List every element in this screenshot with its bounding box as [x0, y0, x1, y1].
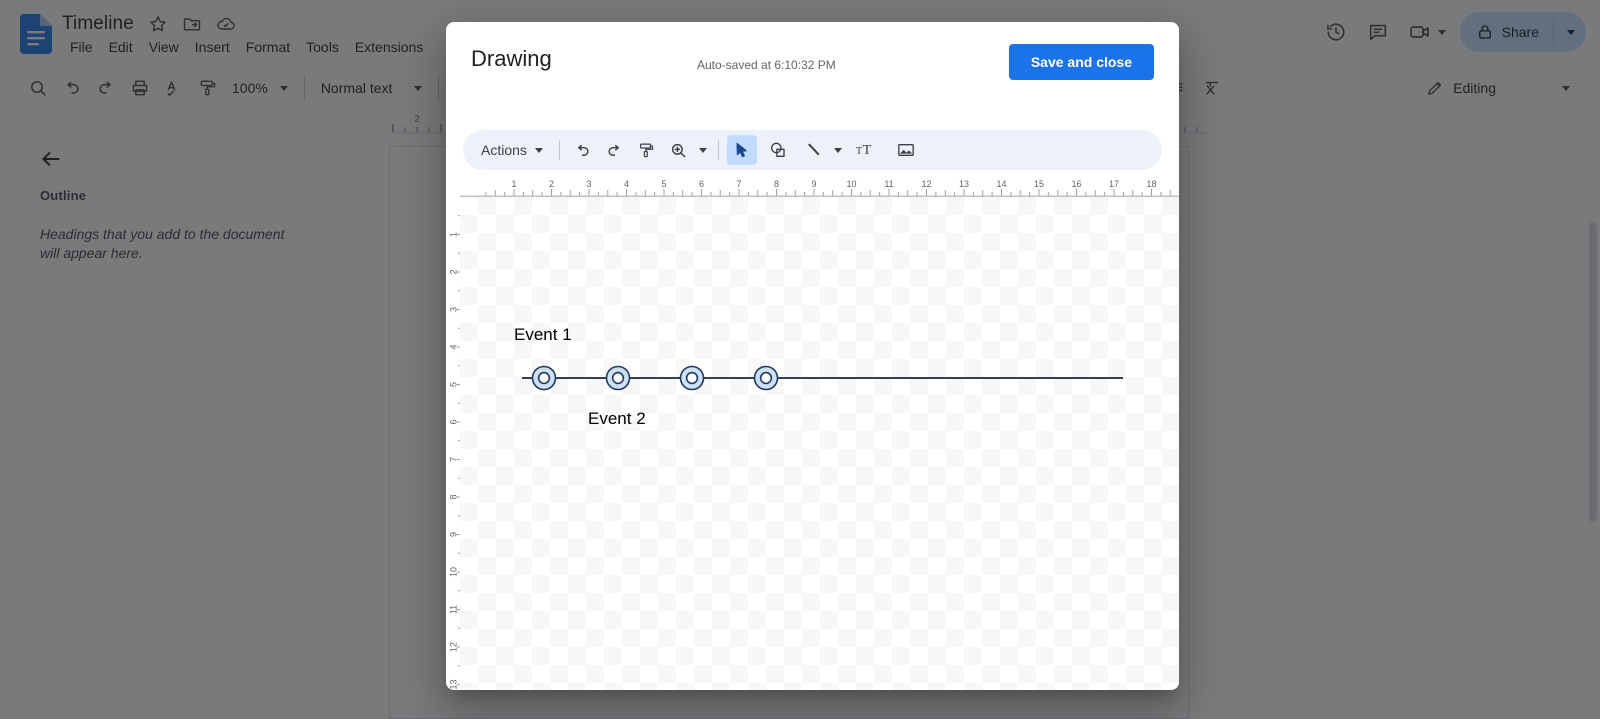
svg-text:8: 8	[448, 494, 458, 499]
svg-text:10: 10	[448, 567, 458, 577]
dialog-header: Drawing Auto-saved at 6:10:32 PM Save an…	[446, 22, 1179, 98]
svg-text:3: 3	[586, 179, 591, 189]
canvas-horizontal-ruler[interactable]: 1 2 3 4 5 6 7 8 9 10 11 12 13 14 15 16 17 18	[460, 178, 1179, 197]
paint-format-icon[interactable]	[632, 135, 662, 165]
svg-text:T: T	[856, 146, 862, 157]
svg-text:12: 12	[921, 179, 931, 189]
zoom-dropdown-caret[interactable]	[696, 135, 710, 165]
save-and-close-button[interactable]: Save and close	[1008, 44, 1154, 80]
svg-text:2: 2	[549, 179, 554, 189]
svg-text:15: 15	[1034, 179, 1044, 189]
svg-text:5: 5	[661, 179, 666, 189]
svg-text:10: 10	[846, 179, 856, 189]
svg-text:T: T	[863, 142, 872, 158]
event-label-2[interactable]: Event 2	[588, 409, 646, 429]
drawing-canvas[interactable]: Event 1 Event 2	[460, 197, 1179, 690]
svg-text:4: 4	[624, 179, 629, 189]
chevron-down-icon	[534, 147, 543, 153]
svg-text:17: 17	[1109, 179, 1119, 189]
text-box-icon[interactable]: T T	[851, 135, 881, 165]
svg-text:13: 13	[448, 679, 458, 689]
svg-text:6: 6	[448, 419, 458, 424]
svg-text:1: 1	[511, 179, 516, 189]
toolbar-divider	[558, 140, 560, 160]
svg-text:4: 4	[448, 344, 458, 349]
svg-text:3: 3	[448, 307, 458, 312]
undo-icon[interactable]	[568, 135, 598, 165]
shape-icon[interactable]	[763, 135, 793, 165]
image-icon[interactable]	[891, 135, 921, 165]
drawing-canvas-area: 1 2 3 4 5 6 7 8 9 10 11 12 13 14 15 16 17 18 1 2 3 4 5 6 7 8 9 10 1…	[446, 178, 1179, 690]
drawing-toolbar: Actions T T	[463, 130, 1162, 170]
svg-text:11: 11	[884, 179, 893, 189]
svg-text:9: 9	[448, 532, 458, 537]
svg-text:11: 11	[448, 605, 458, 614]
svg-text:16: 16	[1071, 179, 1081, 189]
drawing-dialog: Drawing Auto-saved at 6:10:32 PM Save an…	[446, 22, 1179, 690]
chevron-down-icon	[698, 147, 707, 153]
select-arrow-icon[interactable]	[726, 135, 757, 165]
dialog-title: Drawing	[471, 46, 552, 71]
line-icon[interactable]	[799, 135, 829, 165]
svg-text:5: 5	[448, 382, 458, 387]
svg-text:12: 12	[448, 642, 458, 652]
ruler-corner	[446, 178, 460, 197]
redo-icon[interactable]	[600, 135, 630, 165]
svg-text:8: 8	[774, 179, 779, 189]
line-dropdown-caret[interactable]	[831, 135, 845, 165]
toolbar-divider	[717, 140, 719, 160]
svg-text:13: 13	[959, 179, 969, 189]
autosave-status: Auto-saved at 6:10:32 PM	[697, 58, 836, 72]
svg-text:7: 7	[736, 179, 741, 189]
event-label-1[interactable]: Event 1	[514, 325, 572, 345]
chevron-down-icon	[833, 147, 842, 153]
svg-text:2: 2	[448, 269, 458, 274]
svg-text:6: 6	[699, 179, 704, 189]
timeline-artwork[interactable]	[460, 197, 1179, 690]
zoom-in-button[interactable]	[664, 135, 694, 165]
svg-text:14: 14	[996, 179, 1006, 189]
actions-menu-button[interactable]: Actions	[473, 135, 551, 165]
svg-text:1: 1	[448, 232, 458, 237]
svg-text:18: 18	[1146, 179, 1156, 189]
svg-text:7: 7	[448, 457, 458, 462]
actions-label: Actions	[481, 142, 527, 158]
svg-text:9: 9	[811, 179, 816, 189]
